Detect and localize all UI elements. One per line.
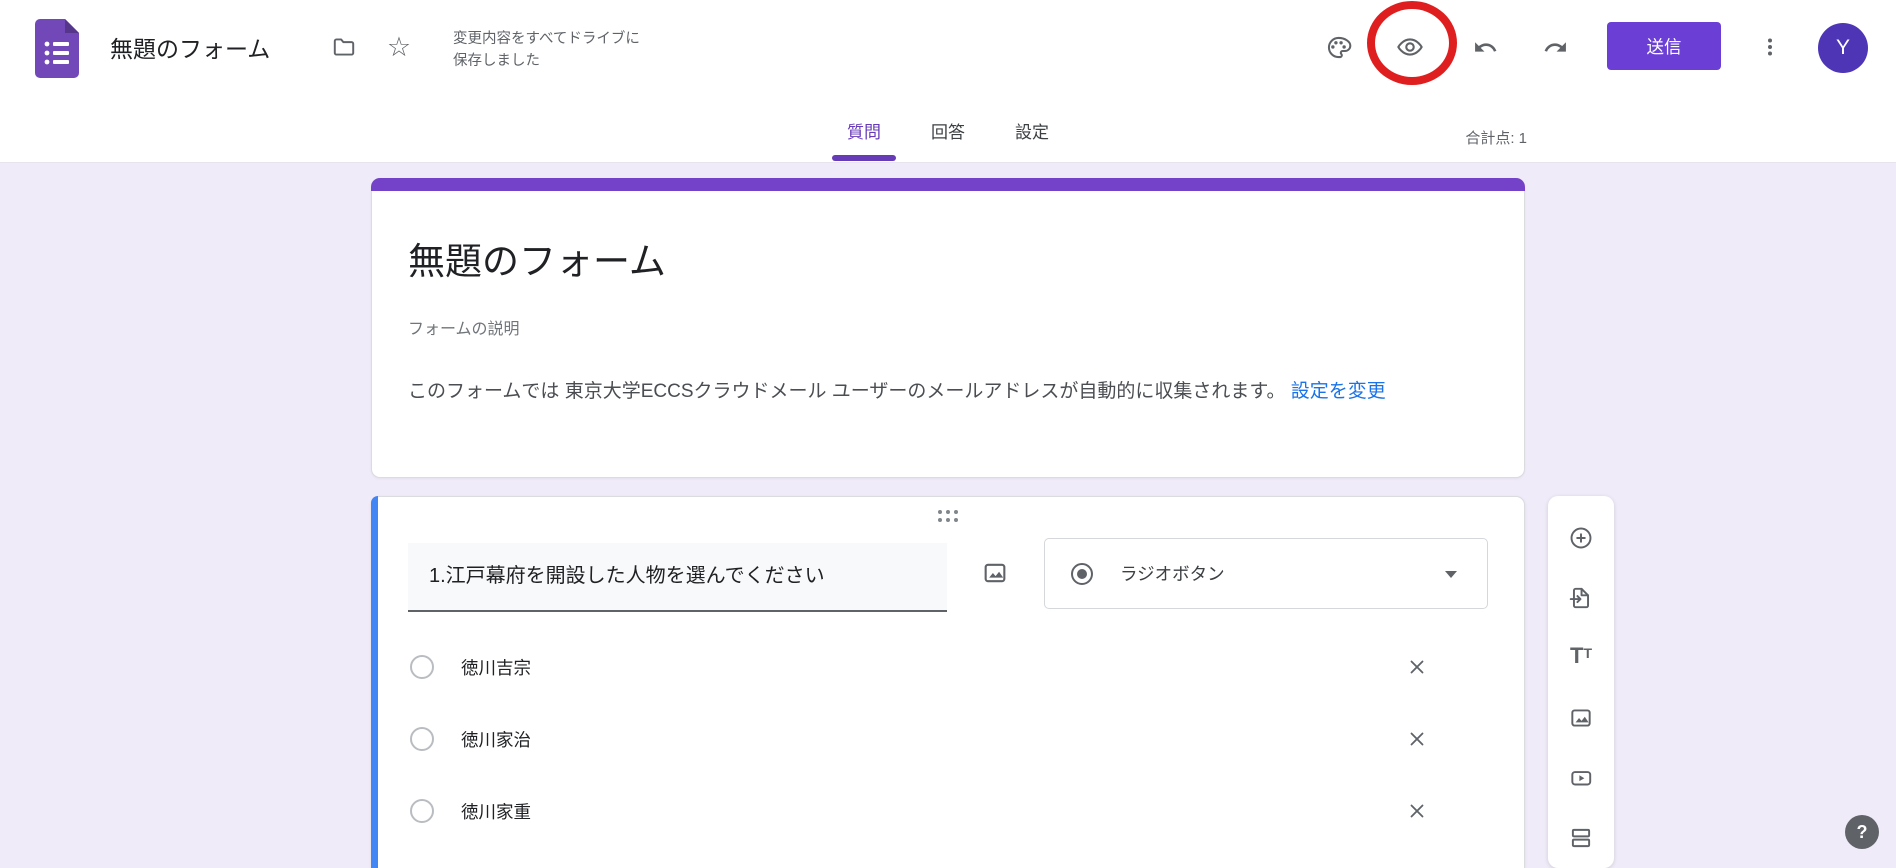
form-title-input[interactable]: 無題のフォーム (408, 231, 666, 285)
add-title-text-button[interactable]: TT (1568, 645, 1594, 671)
close-icon (1406, 656, 1428, 678)
add-video-button[interactable] (1568, 765, 1594, 791)
tab-responses[interactable]: 回答 (929, 120, 967, 145)
image-icon (1568, 705, 1594, 731)
eye-icon (1396, 33, 1424, 61)
section-icon (1568, 825, 1594, 851)
chevron-down-icon (1445, 571, 1457, 578)
total-points-label: 合計点: 1 (1465, 127, 1527, 148)
send-button[interactable]: 送信 (1607, 22, 1721, 70)
save-status-text: 変更内容をすべてドライブに保存しました (453, 28, 653, 72)
question-card[interactable]: 1.江戸幕府を開設した人物を選んでください ラジオボタン 徳川吉宗 徳川家治 (371, 496, 1525, 868)
add-image-toolbar-button[interactable] (1568, 705, 1594, 731)
import-questions-icon (1568, 585, 1594, 611)
undo-button[interactable] (1467, 29, 1503, 65)
radio-circle-icon (410, 655, 434, 679)
close-icon (1406, 728, 1428, 750)
remove-option-button[interactable] (1399, 721, 1435, 757)
move-to-folder-button[interactable] (326, 29, 362, 65)
question-type-dropdown[interactable]: ラジオボタン (1044, 538, 1488, 609)
option-label[interactable]: 徳川家重 (461, 799, 531, 824)
close-icon (1406, 800, 1428, 822)
email-collection-notice: このフォームでは 東京大学ECCSクラウドメール ユーザーのメールアドレスが自動… (408, 377, 1408, 407)
undo-icon (1473, 35, 1498, 60)
radio-circle-icon (410, 799, 434, 823)
customize-theme-button[interactable] (1320, 29, 1356, 65)
forms-logo[interactable] (35, 19, 79, 78)
selected-question-accent-bar (371, 496, 378, 868)
help-button[interactable]: ? (1845, 815, 1879, 849)
radio-button-icon (1071, 563, 1093, 585)
form-accent-bar (371, 178, 1525, 191)
plus-circle-icon (1568, 525, 1594, 551)
video-icon (1568, 765, 1594, 791)
more-options-button[interactable] (1752, 29, 1788, 65)
folder-icon (331, 34, 357, 60)
document-title[interactable]: 無題のフォーム (110, 30, 270, 64)
option-row: 徳川家治 (408, 715, 1488, 763)
question-type-label: ラジオボタン (1120, 561, 1225, 586)
form-header-card: 無題のフォーム フォームの説明 このフォームでは 東京大学ECCSクラウドメール… (371, 178, 1525, 478)
option-label[interactable]: 徳川家治 (461, 727, 531, 752)
form-description-input[interactable]: フォームの説明 (408, 315, 520, 339)
redo-icon (1543, 35, 1568, 60)
account-avatar[interactable]: Y (1818, 23, 1868, 73)
add-image-button[interactable] (977, 555, 1013, 591)
change-settings-link[interactable]: 設定を変更 (1291, 381, 1386, 402)
email-notice-text: このフォームでは 東京大学ECCSクラウドメール ユーザーのメールアドレスが自動… (408, 381, 1286, 402)
image-icon (981, 559, 1009, 587)
add-section-button[interactable] (1568, 825, 1594, 851)
text-icon: T (1570, 645, 1583, 667)
redo-button[interactable] (1537, 29, 1573, 65)
tab-bar: 質問 回答 設定 (0, 120, 1896, 145)
forms-logo-icon (35, 19, 79, 78)
star-icon: ☆ (387, 34, 411, 61)
app-header: 無題のフォーム ☆ 変更内容をすべてドライブに保存しました (0, 0, 1896, 163)
option-row: 徳川吉宗 (408, 643, 1488, 691)
radio-circle-icon (410, 727, 434, 751)
side-toolbar: TT (1548, 496, 1614, 868)
kebab-menu-icon (1758, 35, 1782, 59)
option-row: 徳川家重 (408, 787, 1488, 835)
preview-button[interactable] (1392, 29, 1428, 65)
option-label[interactable]: 徳川吉宗 (461, 655, 531, 680)
question-text-input[interactable]: 1.江戸幕府を開設した人物を選んでください (408, 543, 947, 612)
add-question-button[interactable] (1568, 525, 1594, 551)
palette-icon (1325, 34, 1352, 61)
import-questions-button[interactable] (1568, 585, 1594, 611)
tab-settings[interactable]: 設定 (1013, 120, 1051, 145)
drag-handle[interactable] (938, 510, 958, 522)
remove-option-button[interactable] (1399, 649, 1435, 685)
star-button[interactable]: ☆ (381, 29, 417, 65)
remove-option-button[interactable] (1399, 793, 1435, 829)
tab-questions[interactable]: 質問 (845, 120, 883, 145)
